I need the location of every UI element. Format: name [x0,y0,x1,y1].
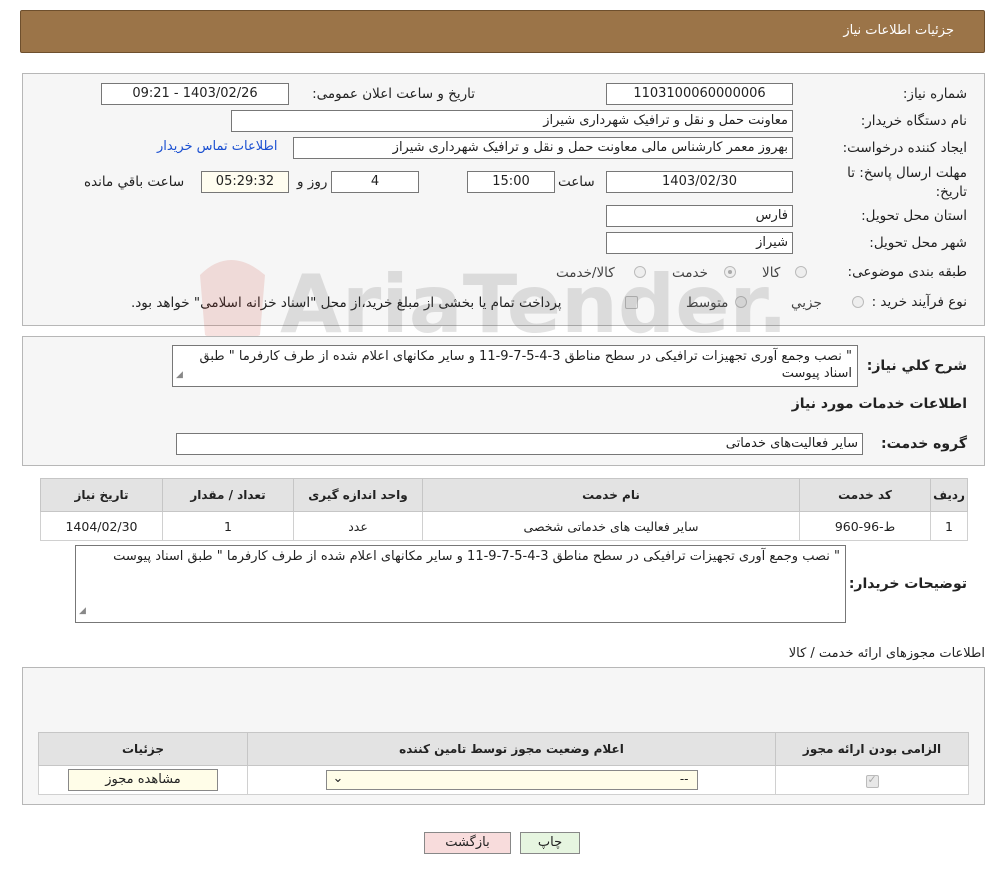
category-goods-service-label: کالا/خدمت [556,265,615,281]
category-goods-service-radio[interactable] [634,266,646,278]
need-number-label: شماره نیاز: [902,86,967,102]
permits-table-header-row: الزامی بودن ارائه مجوز اعلام وضعیت مجوز … [38,732,969,766]
col-service-name: نام خدمت [422,478,800,512]
cell-permit-status: ⌄ -- [247,765,776,795]
remaining-time-label: ساعت باقي مانده [84,174,185,190]
province-label: استان محل تحویل: [861,208,967,224]
cell-service-code: ط-96-960 [799,511,931,541]
permits-table: الزامی بودن ارائه مجوز اعلام وضعیت مجوز … [38,732,969,795]
page-title: جزئیات اطلاعات نیاز [843,23,954,38]
buyer-org-label: نام دستگاه خریدار: [860,113,967,129]
col-permit-required: الزامی بودن ارائه مجوز [775,732,969,766]
need-number-field: 1103100060000006 [606,83,793,105]
buyer-org-field: معاونت حمل و نقل و ترافیک شهرداری شیراز [231,110,793,132]
chevron-down-icon: ⌄ [332,771,344,786]
col-unit: واحد اندازه گیری [293,478,423,512]
city-field: شیراز [606,232,793,254]
resize-grip-icon[interactable]: ◢ [79,602,86,620]
treasury-payment-note: پرداخت تمام یا بخشی از مبلغ خرید،از محل … [131,295,562,311]
service-group-label: گروه خدمت: [881,436,967,452]
services-table-header-row: ردیف کد خدمت نام خدمت واحد اندازه گیری ت… [40,478,968,512]
services-table: ردیف کد خدمت نام خدمت واحد اندازه گیری ت… [40,478,968,541]
deadline-date-field: 1403/02/30 [606,171,793,193]
category-service-radio[interactable] [724,266,736,278]
services-section-title: اطلاعات خدمات مورد نیاز [791,396,967,412]
days-label: روز و [297,174,328,190]
cell-quantity: 1 [162,511,294,541]
category-goods-radio[interactable] [795,266,807,278]
announce-datetime-field: 1403/02/26 - 09:21 [101,83,289,105]
permit-status-select[interactable]: ⌄ -- [325,770,698,790]
resize-grip-icon[interactable]: ◢ [176,367,183,384]
process-medium-radio[interactable] [735,296,747,308]
col-service-code: کد خدمت [799,478,931,512]
process-medium-label: متوسط [686,295,729,311]
col-row-number: ردیف [930,478,968,512]
process-small-radio[interactable] [852,296,864,308]
summary-textarea[interactable]: " نصب وجمع آوری تجهیزات ترافیکی در سطح م… [172,345,858,387]
service-group-field: سایر فعالیت‌های خدماتی [176,433,863,455]
col-quantity: تعداد / مقدار [162,478,294,512]
category-label: طبقه بندی موضوعی: [847,264,967,280]
permit-status-value: -- [679,772,689,786]
cell-row-number: 1 [930,511,968,541]
category-service-label: خدمت [672,265,708,281]
days-remaining-field: 4 [331,171,419,193]
province-field: فارس [606,205,793,227]
permit-required-checkbox[interactable]: ✓ [865,772,879,788]
col-permit-details: جزئیات [38,732,248,766]
summary-label: شرح کلي نیاز: [866,358,967,374]
deadline-label: مهلت ارسال پاسخ: تا تاریخ: [847,165,967,200]
deadline-time-field: 15:00 [467,171,555,193]
buyer-contact-link[interactable]: اطلاعات تماس خریدار [157,139,277,154]
cell-need-date: 1404/02/30 [40,511,163,541]
table-row: ✓ ⌄ -- مشاهده مجوز [38,765,969,795]
col-permit-status: اعلام وضعیت مجوز توسط تامین کننده [247,732,776,766]
process-type-label: نوع فرآیند خرید : [871,294,967,310]
buyer-notes-label: توضیحات خریدار: [848,576,967,592]
buyer-notes-textarea[interactable]: " نصب وجمع آوری تجهیزات ترافیکی در سطح م… [75,545,846,623]
print-button[interactable]: چاپ [520,832,580,854]
announce-datetime-label: تاریخ و ساعت اعلان عمومی: [312,86,475,102]
creator-label: ایجاد کننده درخواست: [842,140,967,156]
buyer-notes-text: " نصب وجمع آوری تجهیزات ترافیکی در سطح م… [113,549,840,564]
cell-permit-details: مشاهده مجوز [38,765,248,795]
remaining-time-field: 05:29:32 [201,171,289,193]
creator-field: بهروز معمر کارشناس مالی معاونت حمل و نقل… [293,137,793,159]
process-small-label: جزیي [791,295,822,311]
col-need-date: تاریخ نیاز [40,478,163,512]
summary-text: " نصب وجمع آوری تجهیزات ترافیکی در سطح م… [199,349,852,381]
permits-section-title: اطلاعات مجوزهای ارائه خدمت / کالا [788,646,985,661]
cell-service-name: سایر فعالیت های خدماتی شخصی [422,511,800,541]
category-goods-label: کالا [762,265,781,281]
checkmark-icon: ✓ [867,772,877,786]
back-button[interactable]: بازگشت [424,832,511,854]
deadline-time-label: ساعت [558,174,595,190]
cell-permit-required: ✓ [775,765,969,795]
view-permit-button[interactable]: مشاهده مجوز [68,769,218,791]
table-row: 1 ط-96-960 سایر فعالیت های خدماتی شخصی ع… [40,511,968,541]
city-label: شهر محل تحویل: [869,235,967,251]
treasury-payment-checkbox[interactable] [625,296,638,309]
page-header: جزئیات اطلاعات نیاز [20,10,985,53]
cell-unit: عدد [293,511,423,541]
